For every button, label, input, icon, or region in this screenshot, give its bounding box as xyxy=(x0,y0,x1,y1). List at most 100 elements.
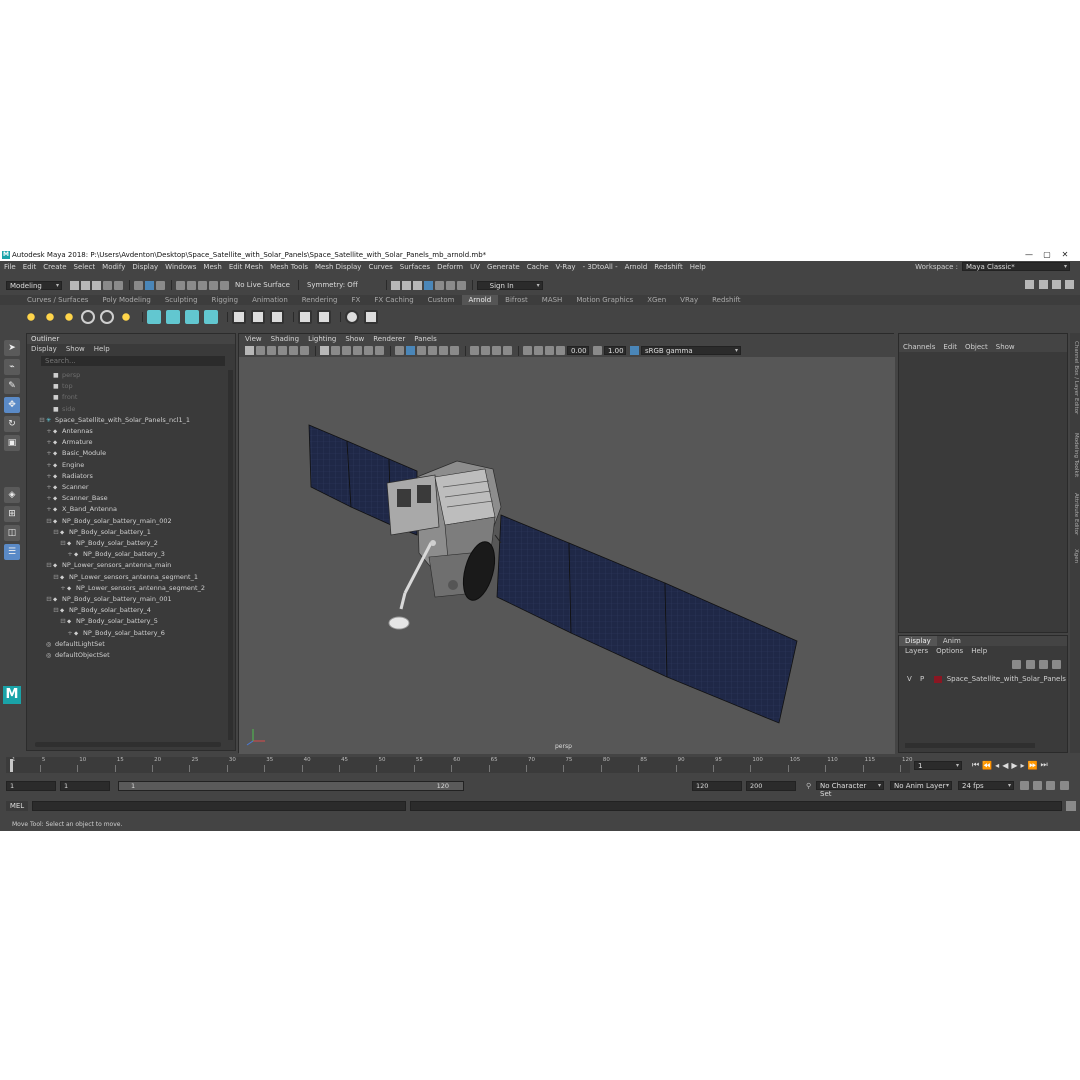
current-frame-field[interactable]: 1 xyxy=(914,760,962,770)
grid-toggle-icon[interactable] xyxy=(320,346,329,355)
viewport-menu-lighting[interactable]: Lighting xyxy=(308,335,336,343)
auto-key-icon[interactable] xyxy=(1020,781,1029,790)
shelf-tab-fx-caching[interactable]: FX Caching xyxy=(367,295,420,305)
expand-icon[interactable]: + xyxy=(59,583,67,594)
checker-shader-icon[interactable] xyxy=(232,310,246,324)
smooth-shade-icon[interactable] xyxy=(406,346,415,355)
outliner-item[interactable]: ⊟⬥ NP_Body_solar_battery_main_001 xyxy=(45,594,171,605)
undo-icon[interactable] xyxy=(103,280,112,290)
render-view-icon[interactable] xyxy=(434,280,444,290)
anti-aliasing-icon[interactable] xyxy=(492,346,501,355)
menu-arnold[interactable]: Arnold xyxy=(625,263,648,271)
shelf-tab-motion-graphics[interactable]: Motion Graphics xyxy=(569,295,640,305)
expand-icon[interactable]: + xyxy=(45,437,53,448)
render-frame-icon[interactable] xyxy=(390,280,400,290)
side-tab-channel-box[interactable]: Channel Box / Layer Editor xyxy=(1073,341,1079,414)
anim-prefs-icon[interactable] xyxy=(1033,781,1043,790)
outliner-item[interactable]: +⬥ Scanner_Base xyxy=(45,493,107,504)
expand-icon[interactable]: + xyxy=(45,448,53,459)
render-setup-icon[interactable] xyxy=(445,280,455,290)
outliner-vertical-scrollbar[interactable] xyxy=(228,370,233,740)
collapse-icon[interactable]: ⊟ xyxy=(52,605,60,616)
menu-display[interactable]: Display xyxy=(132,263,158,271)
current-frame-marker[interactable] xyxy=(10,759,13,772)
menu-help[interactable]: Help xyxy=(690,263,706,271)
step-forward-key-icon[interactable]: ⏩ xyxy=(1028,761,1038,770)
scale-tool-icon[interactable]: ▣ xyxy=(4,435,20,451)
go-to-start-icon[interactable]: ⏮ xyxy=(972,760,979,770)
layer-row[interactable]: V P Space_Satellite_with_Solar_Panels xyxy=(903,674,1066,684)
anim-layer-dropdown[interactable]: No Anim Layer xyxy=(890,781,952,790)
side-tab-modeling-toolkit[interactable]: Modeling Toolkit xyxy=(1073,433,1079,477)
menu-generate[interactable]: Generate xyxy=(487,263,520,271)
outliner-item[interactable]: ⊟⬥ NP_Body_solar_battery_1 xyxy=(52,527,151,538)
select-camera-icon[interactable] xyxy=(245,346,254,355)
outliner-item[interactable]: ◎ defaultLightSet xyxy=(38,639,105,650)
workspace-dropdown[interactable]: Maya Classic* xyxy=(962,262,1070,271)
outliner-item[interactable]: +⬥ Basic_Module xyxy=(45,448,106,459)
camera-attributes-icon[interactable] xyxy=(256,346,265,355)
layer-editor-scrollbar[interactable] xyxy=(905,743,1035,748)
redo-icon[interactable] xyxy=(114,280,123,290)
close-button[interactable]: ✕ xyxy=(1058,250,1072,259)
step-back-frame-icon[interactable]: ◂ xyxy=(995,761,999,770)
expand-icon[interactable]: + xyxy=(66,549,74,560)
screen-space-ao-icon[interactable] xyxy=(470,346,479,355)
collapse-icon[interactable]: ⊟ xyxy=(45,594,53,605)
view-transform-dropdown[interactable]: sRGB gamma xyxy=(641,346,741,355)
wireframe-on-shaded-icon[interactable] xyxy=(417,346,426,355)
snap-point-icon[interactable] xyxy=(198,280,207,290)
photometric-light-icon[interactable] xyxy=(62,310,76,324)
skydome-light-icon[interactable] xyxy=(81,310,95,324)
cel-shader-icon[interactable] xyxy=(270,310,284,324)
playback-end-field[interactable]: 120 xyxy=(692,781,742,791)
outliner-item[interactable]: +⬥ Scanner xyxy=(45,482,88,493)
channel-box-menu-channels[interactable]: Channels xyxy=(903,342,935,352)
menu-uv[interactable]: UV xyxy=(470,263,480,271)
collapse-icon[interactable]: ⊟ xyxy=(45,516,53,527)
light-portal-icon[interactable] xyxy=(119,310,133,324)
expand-icon[interactable]: + xyxy=(45,426,53,437)
menu-file[interactable]: File xyxy=(4,263,16,271)
menu-create[interactable]: Create xyxy=(43,263,66,271)
outliner-item[interactable]: +⬥ NP_Body_solar_battery_6 xyxy=(66,628,165,639)
shelf-tab-bifrost[interactable]: Bifrost xyxy=(498,295,535,305)
create-curve-collector-icon[interactable] xyxy=(185,310,199,324)
viewport-menu-shading[interactable]: Shading xyxy=(271,335,299,343)
flat-shader-icon[interactable] xyxy=(251,310,265,324)
layer-color-swatch[interactable] xyxy=(933,675,942,683)
standin-icon[interactable] xyxy=(147,310,161,324)
expand-icon[interactable]: + xyxy=(45,471,53,482)
outliner-item[interactable]: +⬥ Engine xyxy=(45,460,84,471)
character-set-icon[interactable]: ⚲ xyxy=(806,782,811,790)
outliner-menu-help[interactable]: Help xyxy=(94,344,110,354)
field-chart-icon[interactable] xyxy=(364,346,373,355)
new-layer-selected-icon[interactable] xyxy=(1052,660,1061,669)
layer-menu-layers[interactable]: Layers xyxy=(905,646,928,656)
volume-icon[interactable] xyxy=(166,310,180,324)
snap-view-icon[interactable] xyxy=(209,280,218,290)
outliner-item[interactable]: ■ top xyxy=(45,381,73,392)
gamma-field[interactable]: 1.00 xyxy=(604,346,626,355)
time-slider[interactable]: 1 5 10 15 20 25 30 35 40 45 50 55 60 65 70 75 80 85 90 95 10… xyxy=(6,757,913,773)
outliner-menu-display[interactable]: Display xyxy=(31,344,57,354)
symmetry-dropdown[interactable]: Symmetry: Off xyxy=(307,281,358,289)
lasso-tool-icon[interactable]: ⌁ xyxy=(4,359,20,375)
grease-pencil-icon[interactable] xyxy=(300,346,309,355)
textured-icon[interactable] xyxy=(428,346,437,355)
outliner-item[interactable]: +⬥ NP_Body_solar_battery_3 xyxy=(66,549,165,560)
end-time-field[interactable]: 200 xyxy=(746,781,796,791)
range-slider[interactable]: 1 120 xyxy=(118,781,464,791)
export-standin-icon[interactable] xyxy=(204,310,218,324)
exposure-field[interactable]: 0.00 xyxy=(567,346,589,355)
move-layer-up-icon[interactable] xyxy=(1012,660,1022,669)
live-surface-label[interactable]: No Live Surface xyxy=(235,281,290,289)
shelf-tab-arnold[interactable]: Arnold xyxy=(461,295,499,305)
two-pane-layout-icon[interactable]: ◫ xyxy=(4,525,20,541)
menu-mesh-display[interactable]: Mesh Display xyxy=(315,263,361,271)
collapse-icon[interactable]: ⊟ xyxy=(52,527,60,538)
use-lights-icon[interactable] xyxy=(439,346,448,355)
light-editor-icon[interactable] xyxy=(456,280,466,290)
minimize-button[interactable]: — xyxy=(1022,250,1036,259)
collapse-icon[interactable]: ⊟ xyxy=(45,560,53,571)
